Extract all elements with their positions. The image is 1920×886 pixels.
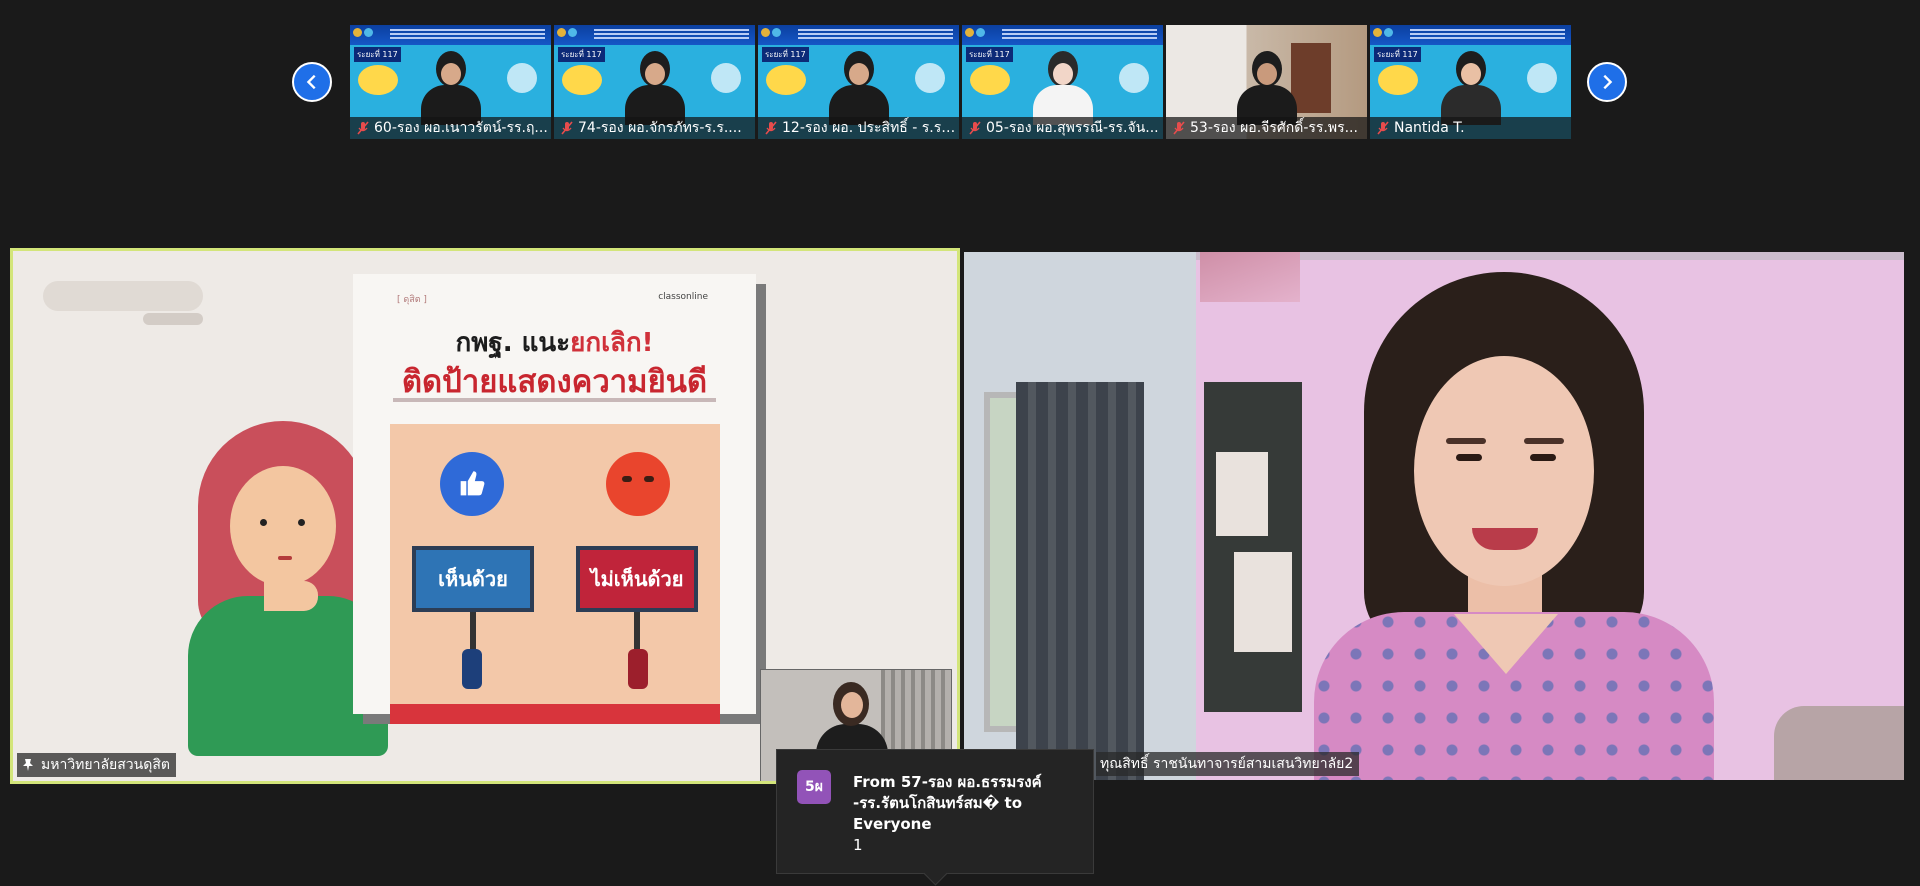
participant-thumbnail[interactable]: 53-รอง ผอ.จีรศักดิ์-รร.พร... bbox=[1166, 25, 1367, 139]
participant-video bbox=[420, 51, 481, 125]
poster-footer bbox=[390, 704, 720, 724]
participant-namebar: 05-รอง ผอ.สุพรรณี-รร.จัน... bbox=[962, 117, 1163, 139]
mic-muted-icon bbox=[765, 121, 777, 135]
chevron-left-icon bbox=[306, 74, 316, 90]
poster-panel: เห็นด้วย ไม่เห็นด้วย bbox=[390, 424, 720, 704]
participant-namebar: 12-รอง ผอ. ประสิทธิ์ - ร.ร. ... bbox=[758, 117, 959, 139]
slide-banner bbox=[962, 25, 1163, 45]
chevron-right-icon bbox=[1603, 74, 1613, 90]
mic-muted-icon bbox=[357, 121, 369, 135]
participant-name: 12-รอง ผอ. ประสิทธิ์ - ร.ร. ... bbox=[782, 120, 959, 136]
participant-namebar: 60-รอง ผอ.เนาวรัตน์-รร.ฤ... bbox=[350, 117, 551, 139]
poster-subtitle-line bbox=[393, 398, 716, 402]
mic-muted-icon bbox=[969, 121, 981, 135]
slide-banner bbox=[758, 25, 959, 45]
participant-name: มหาวิทยาลัยสวนดุสิต bbox=[41, 757, 170, 773]
chat-sender-header: From 57-รอง ผอ.ธรรมรงค์ -รร.รัตนโกสินทร์… bbox=[853, 773, 1042, 833]
participant-name: 60-รอง ผอ.เนาวรัตน์-รร.ฤ... bbox=[374, 120, 548, 136]
avatar: 5ผ bbox=[797, 770, 831, 804]
participant-video bbox=[1440, 51, 1501, 125]
participant-namebar: 74-รอง ผอ.จักรภัทร-ร.ร.... bbox=[554, 117, 755, 139]
chat-message-text: 1 bbox=[853, 836, 863, 854]
thumbs-up-icon bbox=[440, 452, 504, 516]
participant-name: 74-รอง ผอ.จักรภัทร-ร.ร.... bbox=[578, 120, 742, 136]
participant-thumbnail[interactable]: ระยะที่ 117 74-รอง ผอ.จักรภัทร-ร.ร.... bbox=[554, 25, 755, 139]
slide-poster: [ ดุสิต ] classonline กพฐ. แนะยกเลิก! ติ… bbox=[353, 274, 756, 724]
slide-banner bbox=[554, 25, 755, 45]
participant-video bbox=[624, 51, 685, 125]
participant-namebar: 53-รอง ผอ.จีรศักดิ์-รร.พร... bbox=[1166, 117, 1367, 139]
slide-banner bbox=[350, 25, 551, 45]
slide-tag: ระยะที่ 117 bbox=[762, 47, 809, 62]
participant-thumbnail[interactable]: ระยะที่ 117 Nantida T. bbox=[1370, 25, 1571, 139]
poster-brand: [ ดุสิต ] bbox=[397, 295, 427, 305]
tile-name-label: ทุณสิทธิ์ ราชนันทาจารย์สามเสนวิทยาลัย2 bbox=[1096, 752, 1360, 776]
participant-video bbox=[1236, 51, 1297, 125]
speaker-person bbox=[1304, 272, 1724, 780]
participant-name: 05-รอง ผอ.สุพรรณี-รร.จัน... bbox=[986, 120, 1159, 136]
agree-sign: เห็นด้วย bbox=[412, 546, 534, 612]
slide-tag: ระยะที่ 117 bbox=[558, 47, 605, 62]
slide-tag: ระยะที่ 117 bbox=[966, 47, 1013, 62]
slide-tag: ระยะที่ 117 bbox=[1374, 47, 1421, 62]
speaker-video-tile[interactable]: ทุณสิทธิ์ ราชนันทาจารย์สามเสนวิทยาลัย2 bbox=[964, 252, 1904, 780]
strip-prev-button[interactable] bbox=[292, 62, 332, 102]
disagree-sign: ไม่เห็นด้วย bbox=[576, 546, 698, 612]
participant-name: Nantida T. bbox=[1394, 120, 1465, 136]
slide-tag: ระยะที่ 117 bbox=[354, 47, 401, 62]
participant-video bbox=[1032, 51, 1093, 125]
mic-muted-icon bbox=[1377, 121, 1389, 135]
participant-thumbnail[interactable]: ระยะที่ 117 12-รอง ผอ. ประสิทธิ์ - ร.ร. … bbox=[758, 25, 959, 139]
participant-name: 53-รอง ผอ.จีรศักดิ์-รร.พร... bbox=[1190, 120, 1358, 136]
pin-icon bbox=[23, 759, 33, 771]
participant-namebar: Nantida T. bbox=[1370, 117, 1571, 139]
slide-banner bbox=[1370, 25, 1571, 45]
mic-muted-icon bbox=[561, 121, 573, 135]
mic-muted-icon bbox=[1173, 121, 1185, 135]
poster-logo: classonline bbox=[658, 292, 708, 302]
shared-screen-tile[interactable]: ?? [ ดุสิต ] classonline กพฐ. แนะยกเลิก!… bbox=[10, 248, 960, 784]
tile-name-label: มหาวิทยาลัยสวนดุสิต bbox=[17, 753, 176, 777]
strip-next-button[interactable] bbox=[1587, 62, 1627, 102]
participant-video bbox=[828, 51, 889, 125]
participant-thumbnail[interactable]: ระยะที่ 117 05-รอง ผอ.สุพรรณี-รร.จัน... bbox=[962, 25, 1163, 139]
participant-name: ทุณสิทธิ์ ราชนันทาจารย์สามเสนวิทยาลัย2 bbox=[1100, 756, 1354, 772]
chat-notification[interactable]: 5ผ From 57-รอง ผอ.ธรรมรงค์ -รร.รัตนโกสิน… bbox=[776, 749, 1094, 886]
participant-thumbnail[interactable]: ระยะที่ 117 60-รอง ผอ.เนาวรัตน์-รร.ฤ... bbox=[350, 25, 551, 139]
angry-face-icon bbox=[606, 452, 670, 516]
